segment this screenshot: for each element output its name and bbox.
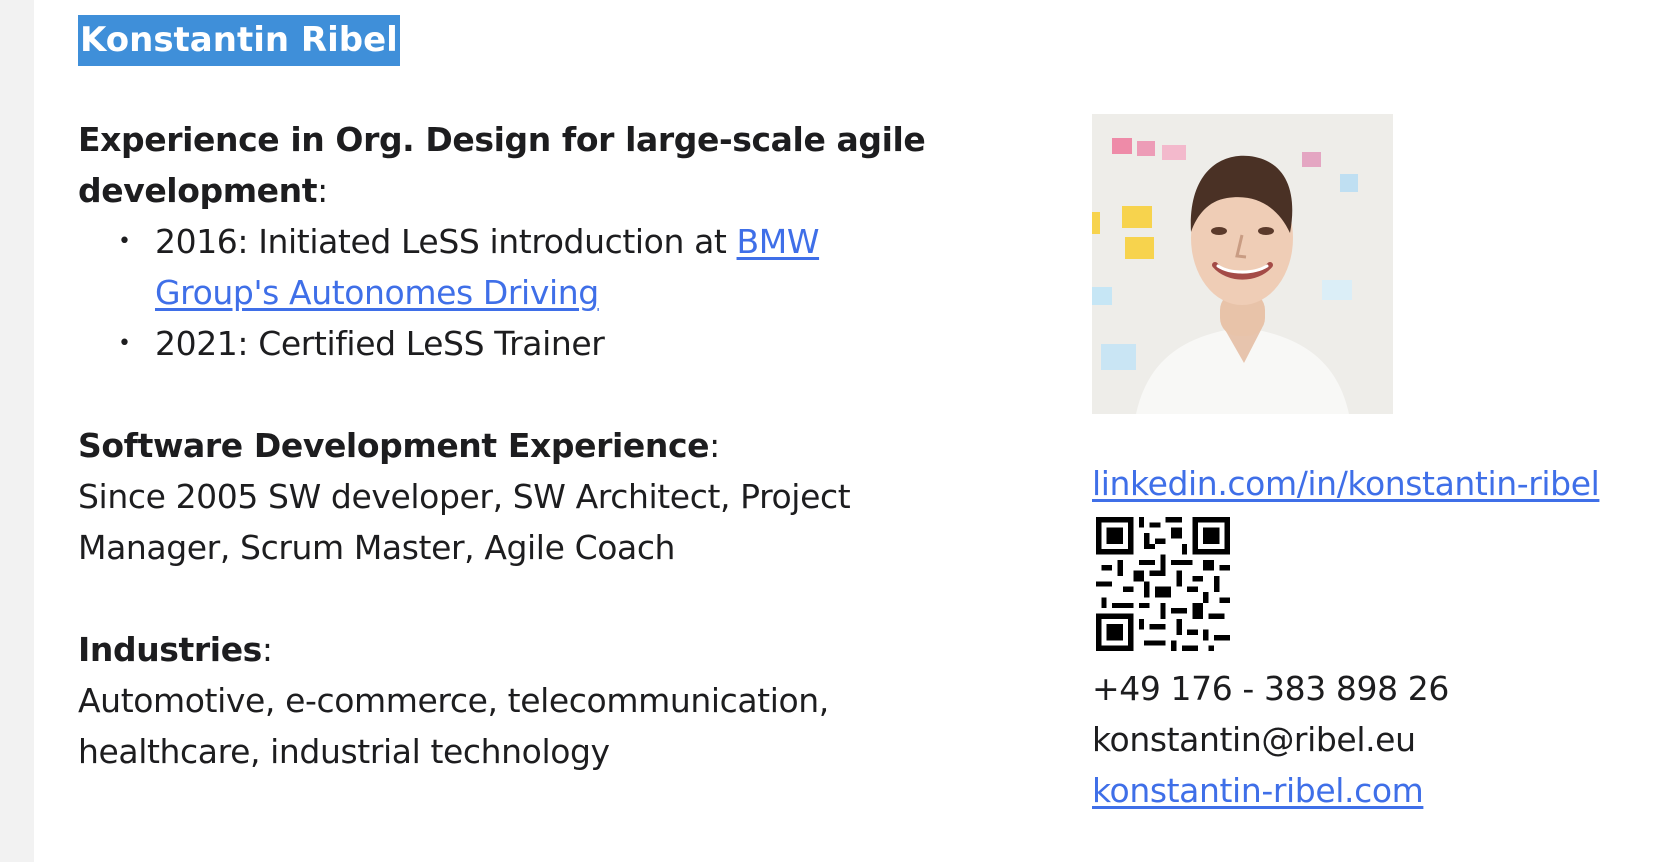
org-design-section: Experience in Org. Design for large-scal… xyxy=(78,114,938,369)
software-heading-line: Software Development Experience: xyxy=(78,420,938,471)
phone-number: +49 176 - 383 898 26 xyxy=(1092,669,1449,708)
org-design-heading: Experience in Org. Design for large-scal… xyxy=(78,120,926,210)
website-link[interactable]: konstantin-ribel.com xyxy=(1092,771,1424,810)
experience-column: Experience in Org. Design for large-scal… xyxy=(78,114,938,777)
contact-block: +49 176 - 383 898 26 konstantin@ribel.eu… xyxy=(1092,663,1672,816)
industries-heading: Industries xyxy=(78,630,262,669)
industries-body: Automotive, e-commerce, telecommunicatio… xyxy=(78,681,829,771)
left-margin-strip xyxy=(0,0,34,862)
bullet-marker: • xyxy=(118,229,131,254)
qr-code xyxy=(1096,517,1230,651)
software-heading: Software Development Experience xyxy=(78,426,710,465)
list-item-text: 2021: Certified LeSS Trainer xyxy=(155,324,605,363)
industries-heading-line: Industries: xyxy=(78,624,938,675)
org-design-heading-line: Experience in Org. Design for large-scal… xyxy=(78,114,938,216)
industries-section: Industries: Automotive, e-commerce, tele… xyxy=(78,624,938,777)
qr-code-image xyxy=(1096,517,1230,651)
selected-name-heading[interactable]: Konstantin Ribel xyxy=(78,15,400,66)
org-design-list: • 2016: Initiated LeSS introduction at B… xyxy=(78,216,938,369)
industries-colon: : xyxy=(261,630,273,669)
profile-photo xyxy=(1092,114,1393,414)
linkedin-block: linkedin.com/in/konstantin-ribel xyxy=(1092,458,1672,509)
software-section: Software Development Experience: Since 2… xyxy=(78,420,938,573)
software-colon: : xyxy=(709,426,720,465)
list-item: • 2016: Initiated LeSS introduction at B… xyxy=(78,216,938,318)
bullet-marker: • xyxy=(118,331,131,356)
email-address: konstantin@ribel.eu xyxy=(1092,720,1416,759)
org-design-colon: : xyxy=(317,171,328,210)
software-body: Since 2005 SW developer, SW Architect, P… xyxy=(78,477,851,567)
list-item-text: 2016: Initiated LeSS introduction at xyxy=(155,222,737,261)
document-page: Konstantin Ribel Experience in Org. Desi… xyxy=(0,0,1676,862)
website-line: konstantin-ribel.com xyxy=(1092,765,1672,816)
linkedin-link[interactable]: linkedin.com/in/konstantin-ribel xyxy=(1092,464,1600,503)
profile-photo-image xyxy=(1092,114,1393,414)
list-item: • 2021: Certified LeSS Trainer xyxy=(78,318,938,369)
